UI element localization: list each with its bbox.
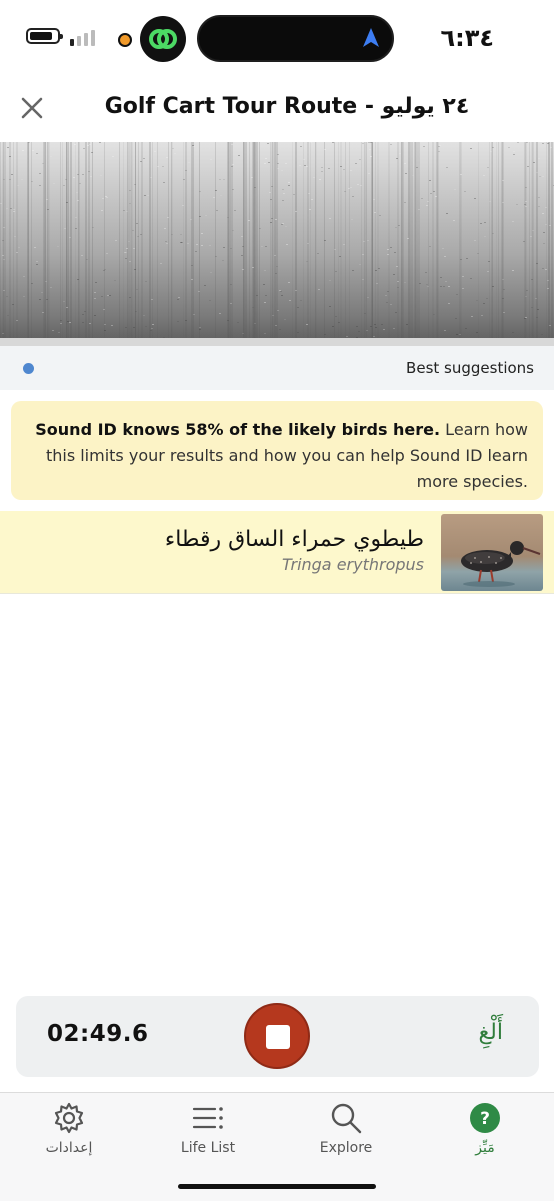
stop-recording-button[interactable]: [244, 1003, 310, 1069]
gear-icon: [54, 1102, 84, 1134]
tab-identify[interactable]: ? مَيِّز: [425, 1101, 545, 1169]
close-button[interactable]: [14, 90, 50, 126]
bird-photo[interactable]: [441, 514, 543, 591]
location-arrow-icon: [363, 28, 379, 47]
tab-identify-label: مَيِّز: [475, 1140, 495, 1156]
close-icon: [21, 97, 43, 119]
recording-indicator-dot: [23, 363, 34, 374]
app-badge-icon: [140, 16, 186, 62]
battery-icon: [26, 28, 63, 44]
species-common-name: طيطوي حمراء الساق رقطاء: [164, 527, 424, 552]
suggestions-label: Best suggestions: [406, 359, 534, 377]
svg-text:?: ?: [480, 1109, 490, 1129]
header: Golf Cart Tour Route - ٢٤ يوليو: [0, 78, 554, 142]
spectrogram: [0, 142, 554, 346]
suggestions-bar: Best suggestions: [0, 346, 554, 390]
tab-settings[interactable]: إعدادات: [9, 1101, 129, 1169]
orange-dot-icon: [118, 33, 132, 47]
signal-icon: [70, 30, 100, 46]
tab-settings-label: إعدادات: [45, 1140, 93, 1156]
status-time: ٦:٣٤: [440, 24, 494, 52]
recording-timer: 02:49.6: [47, 1021, 149, 1047]
home-indicator: [178, 1184, 376, 1189]
tab-explore[interactable]: Explore: [286, 1101, 406, 1169]
cancel-button[interactable]: أَلْغِ: [478, 1020, 503, 1045]
dynamic-island: [197, 15, 394, 62]
stop-icon: [266, 1025, 290, 1049]
help-icon: ?: [470, 1103, 500, 1133]
search-icon: [331, 1103, 362, 1134]
species-result-row[interactable]: طيطوي حمراء الساق رقطاء Tringa erythropu…: [0, 511, 554, 594]
recorder-panel: 02:49.6 أَلْغِ: [16, 996, 539, 1077]
tab-life-list-label: Life List: [180, 1140, 236, 1156]
info-banner[interactable]: Sound ID knows 58% of the likely birds h…: [11, 401, 543, 500]
page-title: Golf Cart Tour Route - ٢٤ يوليو: [104, 94, 470, 119]
info-banner-bold: Sound ID knows 58% of the likely birds h…: [35, 420, 441, 439]
species-scientific-name: Tringa erythropus: [281, 555, 424, 574]
tab-life-list[interactable]: Life List: [148, 1101, 268, 1169]
list-icon: [192, 1107, 223, 1129]
tab-explore-label: Explore: [319, 1140, 373, 1156]
status-bar: ٦:٣٤: [0, 0, 554, 78]
